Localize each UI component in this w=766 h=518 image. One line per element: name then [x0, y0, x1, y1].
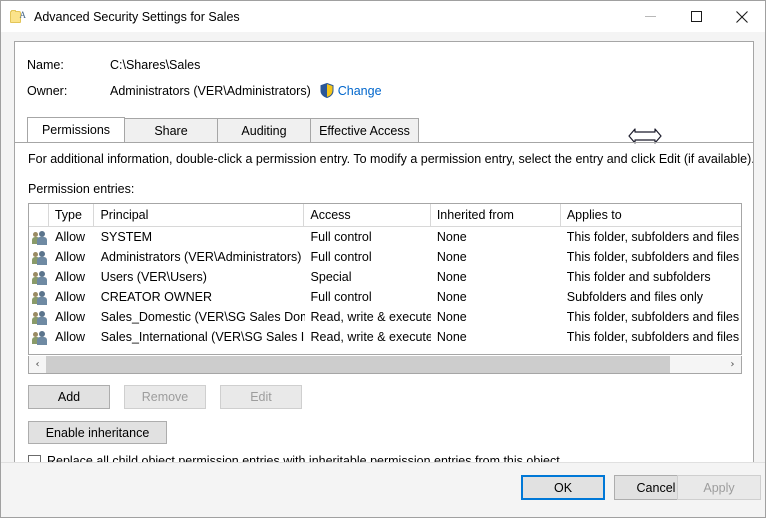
add-button[interactable]: Add — [28, 385, 110, 409]
cell-access: Full control — [310, 230, 372, 244]
tab-share[interactable]: Share — [124, 118, 218, 142]
users-group-icon — [29, 267, 49, 287]
column-header-applies-to[interactable]: Applies to — [561, 204, 741, 226]
scroll-left-arrow-icon[interactable]: ‹ — [29, 356, 46, 373]
dialog-body: Name: C:\Shares\Sales Owner: Administrat… — [1, 32, 765, 517]
table-row[interactable]: Allow Administrators (VER\Administrators… — [29, 247, 741, 267]
cell-principal: Sales_International (VER\SG Sales Intern… — [100, 330, 305, 344]
grid-horizontal-scrollbar[interactable]: ‹ › — [28, 356, 742, 374]
table-row[interactable]: Allow SYSTEM Full control None This fold… — [29, 227, 741, 247]
column-header-icon[interactable] — [29, 204, 49, 226]
owner-label: Owner: — [27, 83, 68, 98]
column-header-access[interactable]: Access — [304, 204, 431, 226]
uac-shield-icon — [320, 82, 334, 99]
cell-type: Allow — [55, 250, 86, 264]
cell-applies-to: This folder, subfolders and files — [566, 230, 740, 244]
enable-inheritance-button[interactable]: Enable inheritance — [28, 421, 167, 444]
tab-auditing[interactable]: Auditing — [217, 118, 311, 142]
name-row: Name: C:\Shares\Sales — [27, 58, 200, 72]
column-header-inherited-from[interactable]: Inherited from — [431, 204, 561, 226]
grid-header-row: Type Principal Access Inherited from App… — [29, 204, 741, 227]
users-group-icon — [29, 287, 49, 307]
table-row[interactable]: Allow Sales_International (VER\SG Sales … — [29, 327, 741, 347]
cell-applies-to: Subfolders and files only — [566, 290, 703, 304]
cell-type: Allow — [55, 270, 86, 284]
cell-principal: Sales_Domestic (VER\SG Sales Domestic) — [100, 310, 305, 324]
scrollbar-track[interactable] — [46, 356, 724, 373]
cell-inherited-from: None — [436, 310, 467, 324]
scroll-right-arrow-icon[interactable]: › — [724, 356, 741, 373]
cell-inherited-from: None — [436, 250, 467, 264]
title-bar: A Advanced Security Settings for Sales — [1, 1, 765, 32]
cell-access: Full control — [310, 250, 372, 264]
table-row[interactable]: Allow Sales_Domestic (VER\SG Sales Domes… — [29, 307, 741, 327]
window-controls — [627, 1, 765, 32]
remove-button[interactable]: Remove — [124, 385, 206, 409]
cell-principal: Administrators (VER\Administrators) — [100, 250, 302, 264]
permission-entries-label: Permission entries: — [28, 182, 135, 196]
cell-access: Full control — [310, 290, 372, 304]
cell-type: Allow — [55, 330, 86, 344]
cell-inherited-from: None — [436, 270, 467, 284]
minimize-icon[interactable] — [627, 1, 673, 32]
cell-type: Allow — [55, 230, 86, 244]
cell-access: Read, write & execute — [310, 310, 431, 324]
close-icon[interactable] — [719, 1, 765, 32]
cell-principal: Users (VER\Users) — [100, 270, 207, 284]
column-header-principal[interactable]: Principal — [94, 204, 305, 226]
ok-button[interactable]: OK — [521, 475, 605, 500]
name-label: Name: — [27, 58, 64, 72]
folder-icon: A — [10, 9, 26, 25]
table-row[interactable]: Allow CREATOR OWNER Full control None Su… — [29, 287, 741, 307]
cell-type: Allow — [55, 290, 86, 304]
tab-permissions[interactable]: Permissions — [27, 117, 125, 142]
owner-value: Administrators (VER\Administrators) — [110, 83, 311, 98]
cell-inherited-from: None — [436, 290, 467, 304]
column-header-type[interactable]: Type — [49, 204, 95, 226]
advanced-security-settings-dialog: A Advanced Security Settings for Sales N… — [0, 0, 766, 518]
info-text: For additional information, double-click… — [28, 152, 754, 166]
cell-applies-to: This folder, subfolders and files — [566, 310, 740, 324]
cell-principal: CREATOR OWNER — [100, 290, 213, 304]
name-value: C:\Shares\Sales — [110, 58, 201, 72]
users-group-icon — [29, 247, 49, 267]
cell-inherited-from: None — [436, 330, 467, 344]
maximize-icon[interactable] — [673, 1, 719, 32]
users-group-icon — [29, 327, 49, 347]
cell-principal: SYSTEM — [100, 230, 153, 244]
cell-type: Allow — [55, 310, 86, 324]
users-group-icon — [29, 227, 49, 247]
owner-row: Owner: Administrators (VER\Administrator… — [27, 82, 382, 99]
tab-strip: Permissions Share Auditing Effective Acc… — [15, 117, 753, 143]
edit-button[interactable]: Edit — [220, 385, 302, 409]
content-panel: Name: C:\Shares\Sales Owner: Administrat… — [14, 41, 754, 477]
cell-applies-to: This folder, subfolders and files — [566, 250, 740, 264]
cell-access: Read, write & execute — [310, 330, 431, 344]
apply-button[interactable]: Apply — [677, 475, 761, 500]
table-row[interactable]: Allow Users (VER\Users) Special None Thi… — [29, 267, 741, 287]
cell-inherited-from: None — [436, 230, 467, 244]
cell-applies-to: This folder, subfolders and files — [566, 330, 740, 344]
dialog-footer: OK Cancel Apply — [1, 462, 765, 517]
cell-access: Special — [310, 270, 352, 284]
cell-applies-to: This folder and subfolders — [566, 270, 711, 284]
change-owner-link[interactable]: Change — [338, 84, 382, 98]
window-title: Advanced Security Settings for Sales — [34, 9, 240, 24]
permission-entries-grid[interactable]: Type Principal Access Inherited from App… — [28, 203, 742, 355]
scrollbar-thumb[interactable] — [46, 356, 670, 373]
users-group-icon — [29, 307, 49, 327]
tab-effective-access[interactable]: Effective Access — [310, 118, 419, 142]
